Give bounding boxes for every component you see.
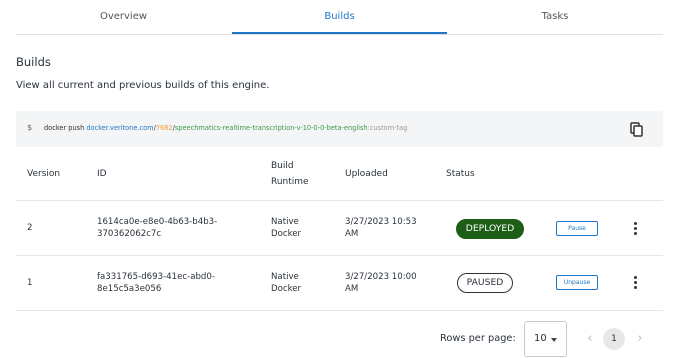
tab-overview[interactable]: Overview [16,0,231,35]
copy-icon[interactable] [628,120,646,138]
header-divider [16,200,663,201]
section-description: View all current and previous builds of … [16,80,270,91]
active-tab-indicator [232,32,447,34]
column-header-version: Version [27,169,61,179]
unpause-button[interactable]: Unpause [556,275,598,290]
chevron-left-icon[interactable]: ‹ [584,331,596,347]
pause-button[interactable]: Pause [556,221,598,236]
rows-per-page-label: Rows per page: [440,333,516,344]
cell-runtime-line2: Docker [271,229,302,239]
column-header-status: Status [446,169,475,179]
column-header-build-runtime-line1: Build [271,161,294,171]
command-base: docker push [44,124,87,132]
command-org: 7682 [155,124,173,132]
command-registry: docker.veritone.com [86,124,154,132]
cell-id-line2: 370362062c7c [97,229,162,239]
column-header-uploaded: Uploaded [345,169,388,179]
docker-push-command-box: $ docker push docker.veritone.com/7682/s… [16,111,663,147]
command-tag: :custom-tag [367,124,408,132]
column-header-build-runtime-line2: Runtime [271,177,309,187]
tab-builds[interactable]: Builds [232,0,447,35]
shell-prompt: $ [27,123,33,132]
cell-id-line1: 1614ca0e-e8e0-4b63-b4b3- [97,217,218,227]
cell-uploaded-line1: 3/27/2023 10:00 [345,272,417,282]
caret-down-icon [551,338,557,342]
tab-bar: Overview Builds Tasks [16,0,663,35]
section-title: Builds [16,55,51,69]
more-vert-icon[interactable] [632,276,640,290]
more-vert-icon[interactable] [632,222,640,236]
cell-uploaded-line1: 3/27/2023 10:53 [345,217,417,227]
rows-per-page-select[interactable]: 10 [524,321,567,357]
command-repo: speechmatics-realtime-transcription-v-10… [174,124,368,132]
status-badge: PAUSED [457,273,513,293]
status-badge: DEPLOYED [456,219,524,239]
cell-version: 1 [27,278,33,288]
cell-version: 2 [27,223,33,233]
cell-runtime-line1: Native [271,272,299,282]
tab-tasks[interactable]: Tasks [447,0,663,35]
page-number-button[interactable]: 1 [603,328,625,350]
cell-id-line2: 8e15c5a3e056 [97,284,162,294]
row-divider [16,310,663,311]
rows-per-page-value: 10 [534,333,547,344]
cell-runtime-line1: Native [271,217,299,227]
cell-id-line1: fa331765-d693-41ec-abd0- [97,272,215,282]
row-divider [16,255,663,256]
chevron-right-icon[interactable]: › [634,331,646,347]
column-header-id: ID [97,169,107,179]
cell-uploaded-line2: AM [345,284,359,294]
cell-uploaded-line2: AM [345,229,359,239]
docker-push-command[interactable]: docker push docker.veritone.com/7682/spe… [44,124,407,132]
cell-runtime-line2: Docker [271,284,302,294]
